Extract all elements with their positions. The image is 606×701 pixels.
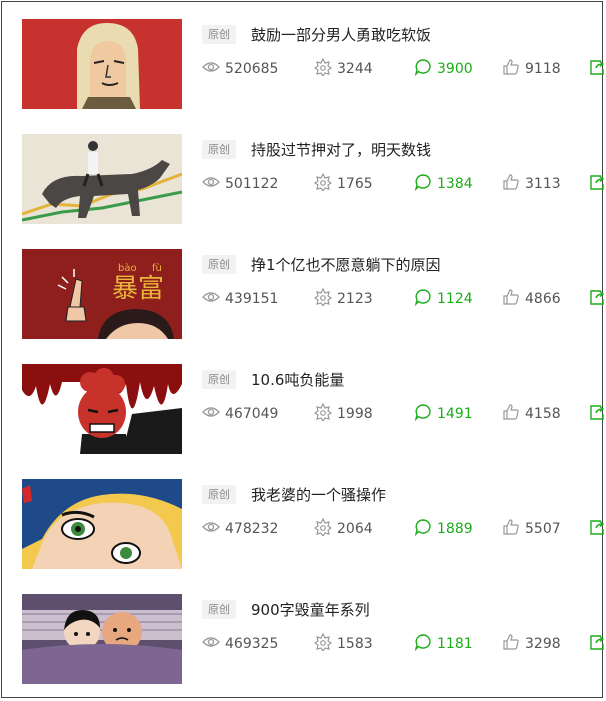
list-item[interactable]: 原创 持股过节押对了，明天数钱 501122 1765 1384 3113 1: [22, 134, 605, 226]
stats-row: 520685 3244 3900 9118 1: [202, 58, 605, 78]
pinyin-fu: fù: [152, 262, 162, 274]
thumbs-up-icon: [502, 633, 520, 651]
original-tag: 原创: [202, 255, 236, 274]
likes-stat[interactable]: 4158: [502, 403, 561, 423]
forward-icon: [588, 58, 606, 76]
views-stat: 439151: [202, 288, 278, 308]
thumbnail-pop-art-woman[interactable]: [22, 479, 182, 569]
article-list: 原创 鼓励一部分男人勇敢吃软饭 520685 3244 3900 9118 1 …: [1, 1, 605, 698]
share-gear-icon: [314, 403, 332, 421]
article-title[interactable]: 10.6吨负能量: [251, 369, 344, 390]
forwards-stat[interactable]: 1: [588, 633, 606, 653]
article-title[interactable]: 持股过节押对了，明天数钱: [251, 139, 431, 160]
likes-stat[interactable]: 3113: [502, 173, 561, 193]
eye-icon: [202, 403, 220, 421]
comment-icon: [414, 288, 432, 306]
original-tag: 原创: [202, 370, 236, 389]
comments-stat[interactable]: 1889: [414, 518, 473, 538]
views-stat: 520685: [202, 58, 278, 78]
likes-stat[interactable]: 4866: [502, 288, 561, 308]
share-gear-icon: [314, 633, 332, 651]
thumbs-up-icon: [502, 58, 520, 76]
comments-stat[interactable]: 1124: [414, 288, 473, 308]
thumbnail-couple-in-bed[interactable]: [22, 594, 182, 684]
article-title[interactable]: 挣1个亿也不愿意躺下的原因: [251, 254, 441, 275]
stats-row: 469325 1583 1181 3298 1: [202, 633, 605, 653]
thumbs-up-icon: [502, 288, 520, 306]
thumbnail-get-rich[interactable]: bào fù 暴富: [22, 249, 182, 339]
comment-icon: [414, 173, 432, 191]
original-tag: 原创: [202, 25, 236, 44]
shares-stat: 1765: [314, 173, 373, 193]
share-gear-icon: [314, 288, 332, 306]
pinyin-bao: bào: [118, 262, 137, 274]
views-stat: 501122: [202, 173, 278, 193]
article-title[interactable]: 鼓励一部分男人勇敢吃软饭: [251, 24, 431, 45]
original-tag: 原创: [202, 485, 236, 504]
thumbnail-man-on-bull[interactable]: [22, 134, 182, 224]
eye-icon: [202, 633, 220, 651]
stats-row: 467049 1998 1491 4158 2: [202, 403, 605, 423]
stats-row: 439151 2123 1124 4866 2: [202, 288, 605, 308]
forward-icon: [588, 518, 606, 536]
thumbnail-blond-man[interactable]: [22, 19, 182, 109]
views-stat: 469325: [202, 633, 278, 653]
stats-row: 478232 2064 1889 5507 1: [202, 518, 605, 538]
share-gear-icon: [314, 518, 332, 536]
original-tag: 原创: [202, 140, 236, 159]
comment-icon: [414, 633, 432, 651]
likes-stat[interactable]: 3298: [502, 633, 561, 653]
original-tag: 原创: [202, 600, 236, 619]
forwards-stat[interactable]: 1: [588, 58, 606, 78]
thumbnail-red-face[interactable]: [22, 364, 182, 454]
eye-icon: [202, 58, 220, 76]
share-gear-icon: [314, 58, 332, 76]
eye-icon: [202, 173, 220, 191]
thumbs-up-icon: [502, 173, 520, 191]
eye-icon: [202, 518, 220, 536]
baofu-text: 暴富: [112, 274, 164, 304]
comment-icon: [414, 518, 432, 536]
shares-stat: 1583: [314, 633, 373, 653]
list-item[interactable]: 原创 10.6吨负能量 467049 1998 1491 4158 2: [22, 364, 605, 456]
forwards-stat[interactable]: 1: [588, 173, 606, 193]
forwards-stat[interactable]: 1: [588, 518, 606, 538]
comments-stat[interactable]: 1181: [414, 633, 473, 653]
forward-icon: [588, 633, 606, 651]
comment-icon: [414, 403, 432, 421]
list-item[interactable]: 原创 鼓励一部分男人勇敢吃软饭 520685 3244 3900 9118 1: [22, 19, 605, 111]
shares-stat: 1998: [314, 403, 373, 423]
likes-stat[interactable]: 5507: [502, 518, 561, 538]
comments-stat[interactable]: 1384: [414, 173, 473, 193]
article-title[interactable]: 我老婆的一个骚操作: [251, 484, 386, 505]
forwards-stat[interactable]: 2: [588, 403, 606, 423]
list-item[interactable]: bào fù 暴富 原创 挣1个亿也不愿意躺下的原因 439151 2123 1…: [22, 249, 605, 341]
article-title[interactable]: 900字毁童年系列: [251, 599, 370, 620]
thumbs-up-icon: [502, 518, 520, 536]
views-stat: 467049: [202, 403, 278, 423]
shares-stat: 2123: [314, 288, 373, 308]
forward-icon: [588, 173, 606, 191]
shares-stat: 2064: [314, 518, 373, 538]
thumbs-up-icon: [502, 403, 520, 421]
likes-stat[interactable]: 9118: [502, 58, 561, 78]
comment-icon: [414, 58, 432, 76]
stats-row: 501122 1765 1384 3113 1: [202, 173, 605, 193]
shares-stat: 3244: [314, 58, 373, 78]
eye-icon: [202, 288, 220, 306]
views-stat: 478232: [202, 518, 278, 538]
list-item[interactable]: 原创 我老婆的一个骚操作 478232 2064 1889 5507 1: [22, 479, 605, 571]
comments-stat[interactable]: 1491: [414, 403, 473, 423]
forwards-stat[interactable]: 2: [588, 288, 606, 308]
list-item[interactable]: 原创 900字毁童年系列 469325 1583 1181 3298 1: [22, 594, 605, 686]
share-gear-icon: [314, 173, 332, 191]
forward-icon: [588, 403, 606, 421]
forward-icon: [588, 288, 606, 306]
comments-stat[interactable]: 3900: [414, 58, 473, 78]
